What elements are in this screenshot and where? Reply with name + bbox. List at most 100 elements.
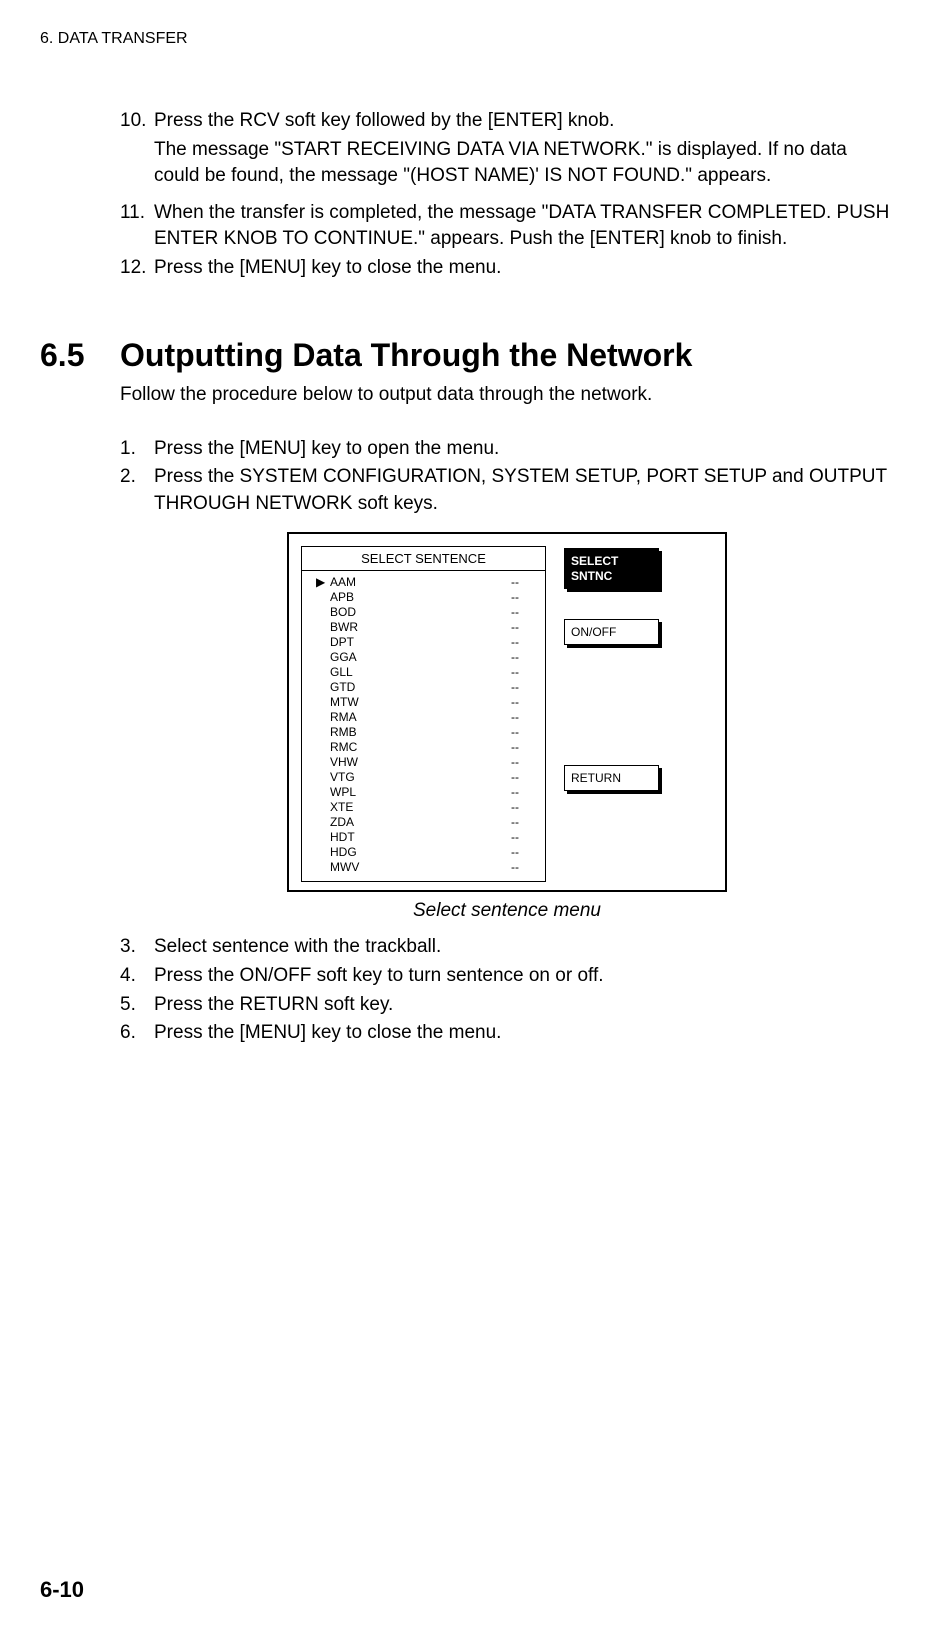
row-value: -- [511, 815, 531, 830]
row-name: HDG [330, 845, 511, 860]
step-6: 6. Press the [MENU] key to close the men… [120, 1020, 894, 1047]
step-number: 5. [120, 992, 154, 1019]
step-number: 6. [120, 1020, 154, 1047]
row-marker-icon [316, 680, 330, 695]
row-name: XTE [330, 800, 511, 815]
row-value: -- [511, 620, 531, 635]
sentence-row[interactable]: MWV-- [316, 860, 531, 875]
sentence-row[interactable]: GTD-- [316, 680, 531, 695]
page-header: 6. DATA TRANSFER [40, 30, 904, 48]
sentence-row[interactable]: RMC-- [316, 740, 531, 755]
row-name: RMB [330, 725, 511, 740]
row-name: GGA [330, 650, 511, 665]
sentence-list-title: SELECT SENTENCE [302, 547, 545, 571]
step-text: Press the RCV soft key followed by the [… [154, 108, 894, 135]
step-number: 3. [120, 934, 154, 961]
sentence-row[interactable]: BOD-- [316, 605, 531, 620]
row-name: WPL [330, 785, 511, 800]
row-value: -- [511, 785, 531, 800]
row-name: APB [330, 590, 511, 605]
row-value: -- [511, 860, 531, 875]
row-name: GLL [330, 665, 511, 680]
row-marker-icon [316, 785, 330, 800]
row-marker-icon [316, 815, 330, 830]
row-value: -- [511, 755, 531, 770]
section-number: 6.5 [40, 337, 120, 374]
sentence-row[interactable]: HDG-- [316, 845, 531, 860]
sentence-row[interactable]: MTW-- [316, 695, 531, 710]
row-name: BWR [330, 620, 511, 635]
content-mid: 1. Press the [MENU] key to open the menu… [120, 436, 894, 1047]
row-marker-icon [316, 740, 330, 755]
step-11: 11. When the transfer is completed, the … [120, 200, 894, 253]
sentence-list-panel: SELECT SENTENCE ▶AAM--APB--BOD--BWR--DPT… [301, 546, 546, 882]
sentence-row[interactable]: ▶AAM-- [316, 575, 531, 590]
row-marker-icon [316, 590, 330, 605]
section-heading: 6.5 Outputting Data Through the Network [40, 337, 904, 374]
step-12: 12. Press the [MENU] key to close the me… [120, 255, 894, 282]
sentence-row[interactable]: WPL-- [316, 785, 531, 800]
row-name: RMA [330, 710, 511, 725]
step-number: 2. [120, 464, 154, 517]
sentence-row[interactable]: HDT-- [316, 830, 531, 845]
row-marker-icon: ▶ [316, 575, 330, 590]
step-text: Press the [MENU] key to close the menu. [154, 1020, 894, 1047]
row-marker-icon [316, 635, 330, 650]
softkey-select-sntnc[interactable]: SELECT SNTNC [564, 548, 659, 589]
step-text: Press the ON/OFF soft key to turn senten… [154, 963, 894, 990]
page-number: 6-10 [40, 1577, 84, 1603]
row-name: MWV [330, 860, 511, 875]
softkey-label: ON/OFF [564, 619, 659, 645]
step-10-continued: The message "START RECEIVING DATA VIA NE… [154, 137, 894, 190]
sentence-row[interactable]: GLL-- [316, 665, 531, 680]
row-marker-icon [316, 800, 330, 815]
step-10: 10. Press the RCV soft key followed by t… [120, 108, 894, 135]
row-name: VTG [330, 770, 511, 785]
row-marker-icon [316, 695, 330, 710]
row-marker-icon [316, 620, 330, 635]
row-name: GTD [330, 680, 511, 695]
row-value: -- [511, 800, 531, 815]
sentence-row[interactable]: RMA-- [316, 710, 531, 725]
sentence-row[interactable]: RMB-- [316, 725, 531, 740]
step-text: Press the SYSTEM CONFIGURATION, SYSTEM S… [154, 464, 894, 517]
step-text: Press the [MENU] key to open the menu. [154, 436, 894, 463]
select-sentence-figure: SELECT SENTENCE ▶AAM--APB--BOD--BWR--DPT… [287, 532, 727, 892]
sentence-row[interactable]: XTE-- [316, 800, 531, 815]
content-top: 10. Press the RCV soft key followed by t… [120, 108, 894, 282]
row-marker-icon [316, 710, 330, 725]
step-number: 4. [120, 963, 154, 990]
row-value: -- [511, 680, 531, 695]
section-title: Outputting Data Through the Network [120, 337, 692, 374]
softkey-on-off[interactable]: ON/OFF [564, 619, 659, 645]
row-name: BOD [330, 605, 511, 620]
row-name: DPT [330, 635, 511, 650]
sentence-row[interactable]: APB-- [316, 590, 531, 605]
row-name: HDT [330, 830, 511, 845]
row-name: MTW [330, 695, 511, 710]
step-text: When the transfer is completed, the mess… [154, 200, 894, 253]
section-intro: Follow the procedure below to output dat… [120, 384, 904, 406]
step-number: 11. [120, 200, 154, 253]
row-value: -- [511, 845, 531, 860]
step-5: 5. Press the RETURN soft key. [120, 992, 894, 1019]
sentence-row[interactable]: BWR-- [316, 620, 531, 635]
step-number: 1. [120, 436, 154, 463]
row-marker-icon [316, 845, 330, 860]
sentence-row[interactable]: DPT-- [316, 635, 531, 650]
row-marker-icon [316, 725, 330, 740]
sentence-row[interactable]: ZDA-- [316, 815, 531, 830]
row-value: -- [511, 725, 531, 740]
softkey-return[interactable]: RETURN [564, 765, 659, 791]
sentence-row[interactable]: GGA-- [316, 650, 531, 665]
row-marker-icon [316, 830, 330, 845]
sentence-row[interactable]: VHW-- [316, 755, 531, 770]
step-number: 12. [120, 255, 154, 282]
row-marker-icon [316, 605, 330, 620]
figure-caption: Select sentence menu [120, 900, 894, 922]
row-marker-icon [316, 770, 330, 785]
row-marker-icon [316, 665, 330, 680]
step-2: 2. Press the SYSTEM CONFIGURATION, SYSTE… [120, 464, 894, 517]
row-value: -- [511, 635, 531, 650]
sentence-row[interactable]: VTG-- [316, 770, 531, 785]
